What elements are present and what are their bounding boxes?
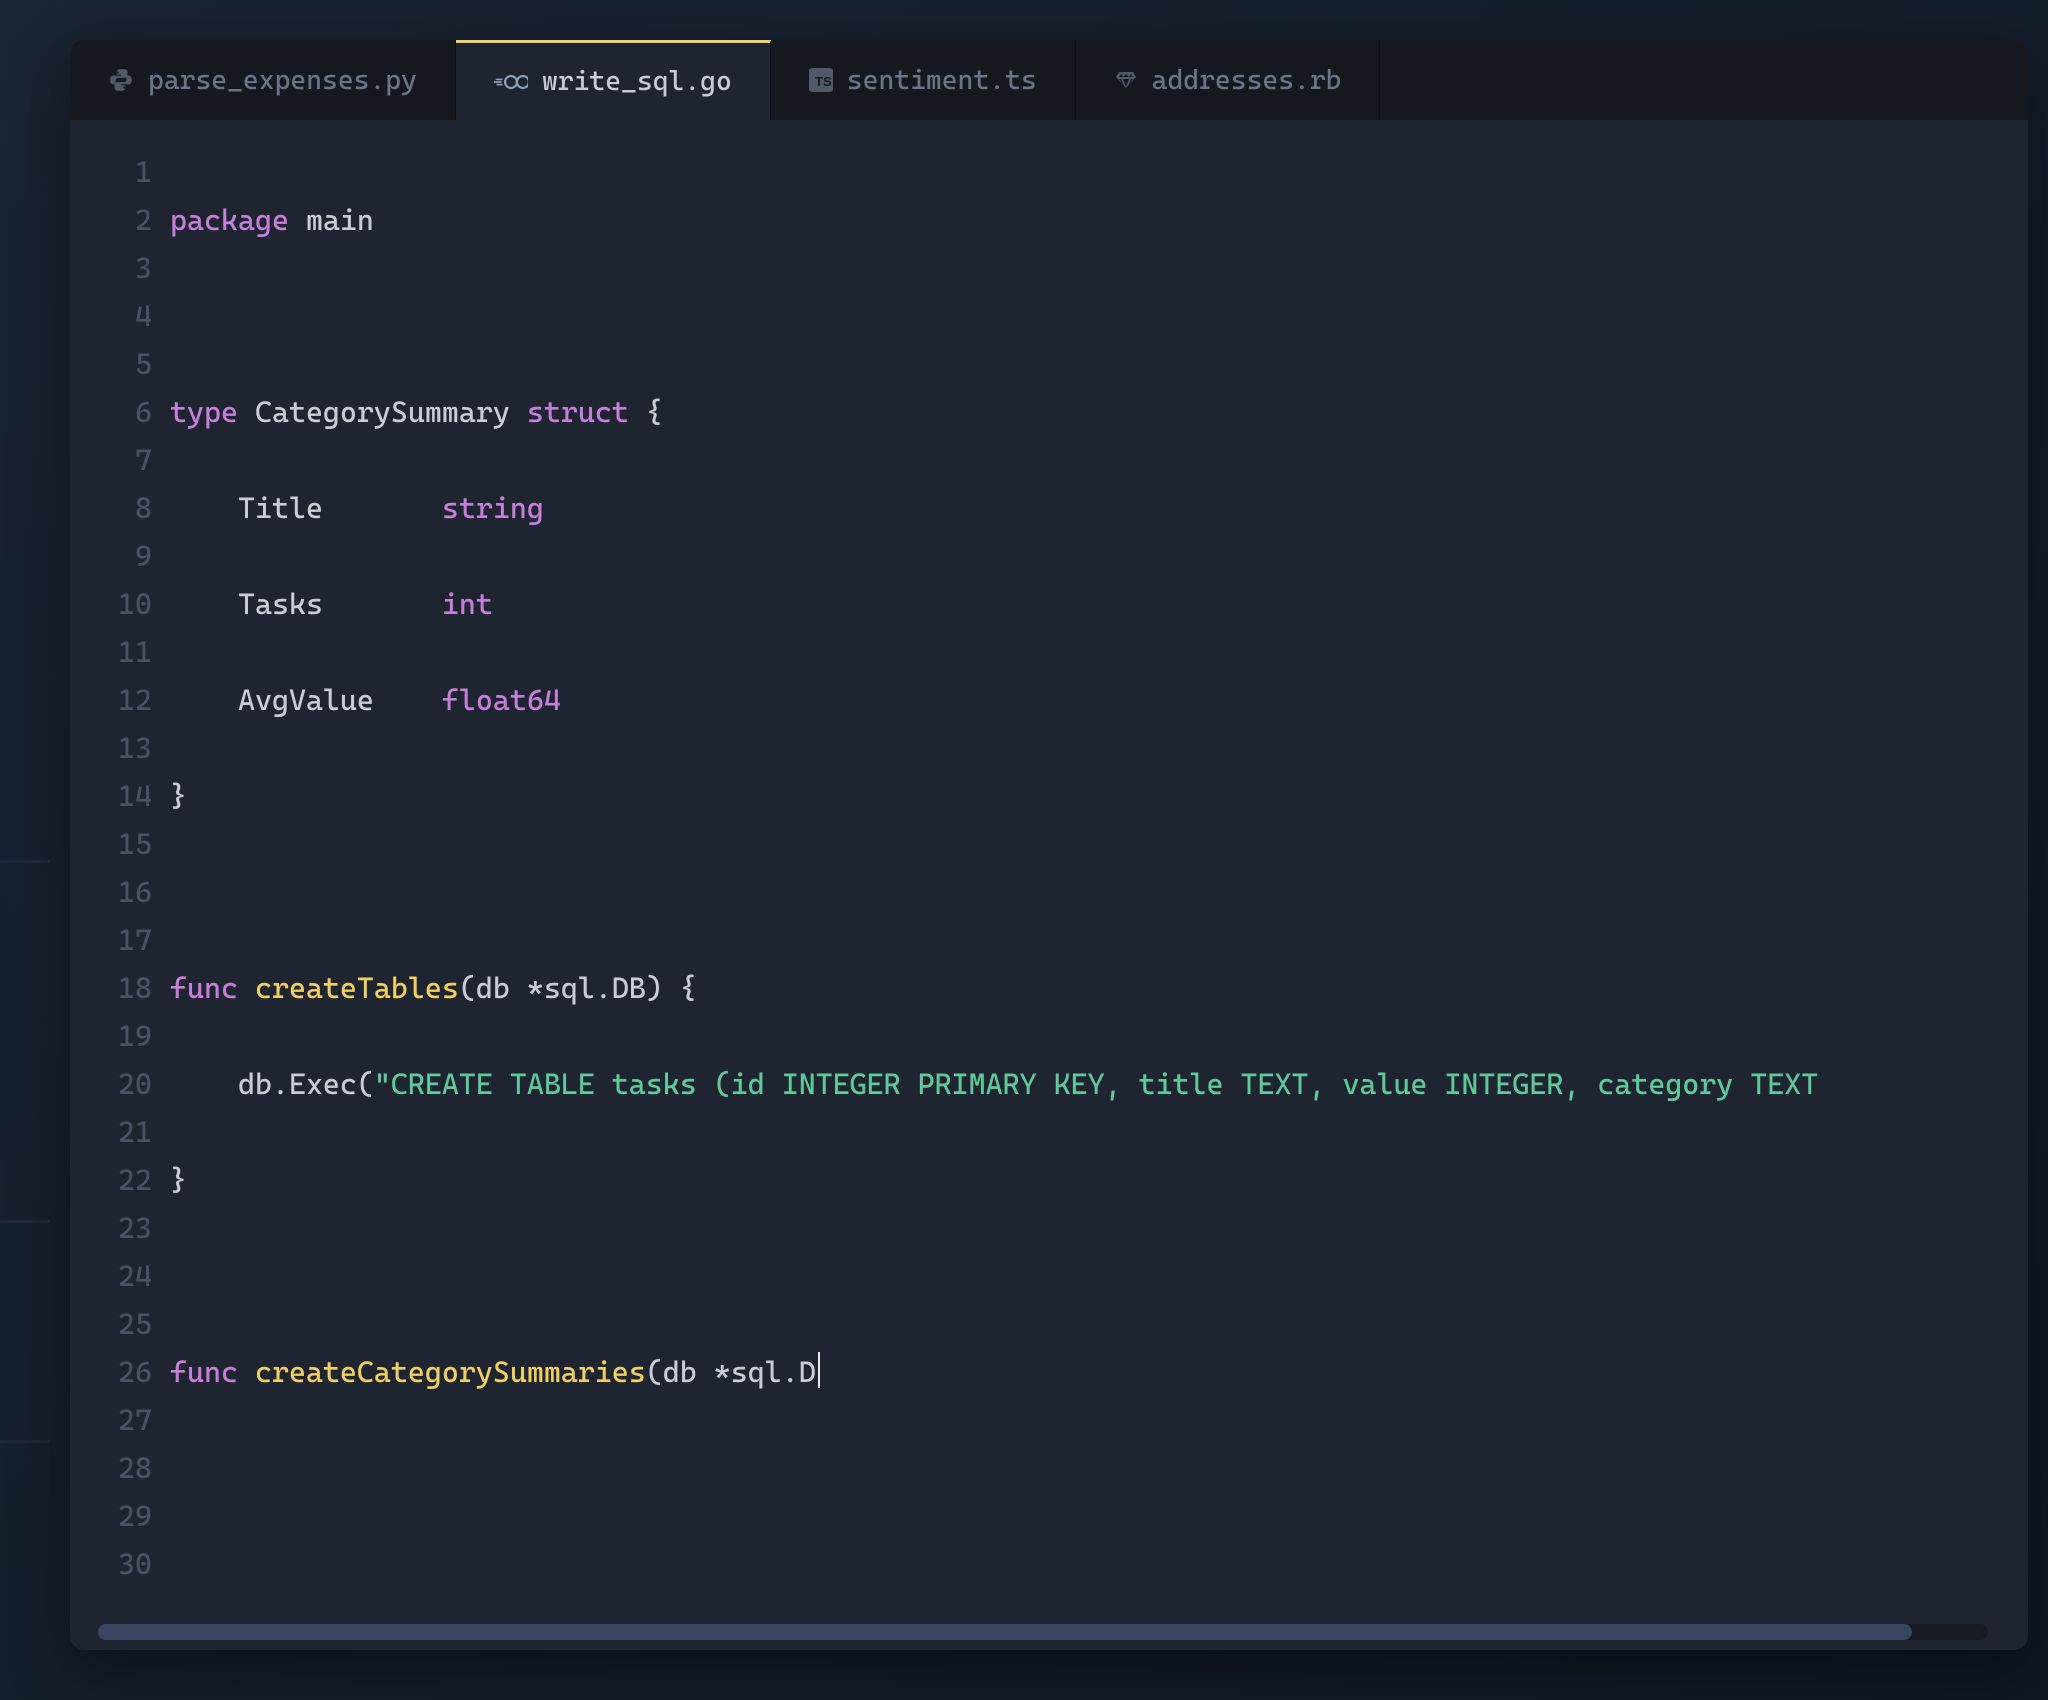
type: float64	[442, 683, 561, 717]
code-line[interactable]	[170, 292, 2028, 340]
code-line[interactable]: package main	[170, 196, 2028, 244]
code-line[interactable]: func createTables(db *sql.DB) {	[170, 964, 2028, 1012]
line-number: 27	[70, 1396, 152, 1444]
code-line[interactable]	[170, 1252, 2028, 1300]
go-icon	[494, 73, 528, 91]
tab-label: write_sql.go	[542, 66, 732, 97]
code-line[interactable]: Tasks int	[170, 580, 2028, 628]
bg-decoration	[0, 1220, 50, 1223]
typescript-icon: TS	[809, 68, 833, 92]
text-cursor	[818, 1352, 820, 1388]
code-line[interactable]: Title string	[170, 484, 2028, 532]
tab-write-sql[interactable]: write_sql.go	[456, 40, 771, 120]
tab-bar: parse_expenses.py write_sql.go TS sentim…	[70, 40, 2028, 120]
line-number: 15	[70, 820, 152, 868]
ruby-icon	[1114, 68, 1138, 92]
tab-label: parse_expenses.py	[148, 65, 417, 96]
line-number: 8	[70, 484, 152, 532]
scrollbar-thumb[interactable]	[98, 1624, 1912, 1640]
line-number: 18	[70, 964, 152, 1012]
code-line[interactable]: db.Exec("CREATE TABLE tasks (id INTEGER …	[170, 1060, 2028, 1108]
line-number: 28	[70, 1444, 152, 1492]
type: int	[442, 587, 493, 621]
function-name: createCategorySummaries	[238, 1355, 646, 1389]
line-number: 25	[70, 1300, 152, 1348]
identifier: (db *sql.D	[646, 1355, 816, 1389]
code-line[interactable]: AvgValue float64	[170, 676, 2028, 724]
line-number: 9	[70, 532, 152, 580]
line-number: 7	[70, 436, 152, 484]
line-number: 23	[70, 1204, 152, 1252]
punct: }	[170, 1163, 187, 1197]
identifier: Tasks	[170, 587, 442, 621]
code-content[interactable]: package main type CategorySummary struct…	[170, 148, 2028, 1650]
identifier: main	[289, 203, 374, 237]
bg-decoration	[0, 1440, 50, 1443]
tab-addresses[interactable]: addresses.rb	[1076, 40, 1381, 120]
punct: }	[170, 779, 187, 813]
code-line[interactable]: func createCategorySummaries(db *sql.D	[170, 1348, 2028, 1396]
line-gutter: 1 2 3 4 5 6 7 8 9 10 11 12 13 14 15 16 1…	[70, 148, 170, 1650]
line-number: 4	[70, 292, 152, 340]
line-number: 3	[70, 244, 152, 292]
line-number: 1	[70, 148, 152, 196]
line-number: 5	[70, 340, 152, 388]
line-number: 6	[70, 388, 152, 436]
line-number: 22	[70, 1156, 152, 1204]
code-line[interactable]: }	[170, 772, 2028, 820]
line-number: 13	[70, 724, 152, 772]
tab-parse-expenses[interactable]: parse_expenses.py	[70, 40, 456, 120]
keyword: func	[170, 1355, 238, 1389]
type: string	[442, 491, 544, 525]
line-number: 16	[70, 868, 152, 916]
line-number: 12	[70, 676, 152, 724]
keyword: struct	[527, 395, 629, 429]
string: "CREATE TABLE tasks (id INTEGER PRIMARY …	[374, 1067, 1818, 1101]
code-line[interactable]: }	[170, 1156, 2028, 1204]
tab-label: addresses.rb	[1152, 65, 1342, 96]
identifier: (db *sql.DB) {	[459, 971, 697, 1005]
line-number: 10	[70, 580, 152, 628]
line-number: 21	[70, 1108, 152, 1156]
code-line[interactable]	[170, 868, 2028, 916]
code-line[interactable]: type CategorySummary struct {	[170, 388, 2028, 436]
tab-sentiment[interactable]: TS sentiment.ts	[771, 40, 1076, 120]
keyword: type	[170, 395, 238, 429]
identifier: CategorySummary	[238, 395, 527, 429]
tab-label: sentiment.ts	[847, 65, 1037, 96]
identifier: db.Exec(	[170, 1067, 374, 1101]
function-name: createTables	[238, 971, 459, 1005]
line-number: 20	[70, 1060, 152, 1108]
python-icon	[108, 67, 134, 93]
line-number: 11	[70, 628, 152, 676]
line-number: 19	[70, 1012, 152, 1060]
line-number: 14	[70, 772, 152, 820]
line-number: 2	[70, 196, 152, 244]
keyword: func	[170, 971, 238, 1005]
identifier: Title	[170, 491, 442, 525]
bg-decoration	[0, 860, 50, 863]
svg-text:TS: TS	[815, 74, 832, 89]
editor-window: parse_expenses.py write_sql.go TS sentim…	[70, 40, 2028, 1650]
line-number: 24	[70, 1252, 152, 1300]
line-number: 29	[70, 1492, 152, 1540]
horizontal-scrollbar[interactable]	[98, 1624, 1988, 1640]
line-number: 30	[70, 1540, 152, 1588]
line-number: 26	[70, 1348, 152, 1396]
identifier: AvgValue	[170, 683, 442, 717]
punct: {	[629, 395, 663, 429]
line-number: 17	[70, 916, 152, 964]
code-area[interactable]: 1 2 3 4 5 6 7 8 9 10 11 12 13 14 15 16 1…	[70, 120, 2028, 1650]
keyword: package	[170, 203, 289, 237]
